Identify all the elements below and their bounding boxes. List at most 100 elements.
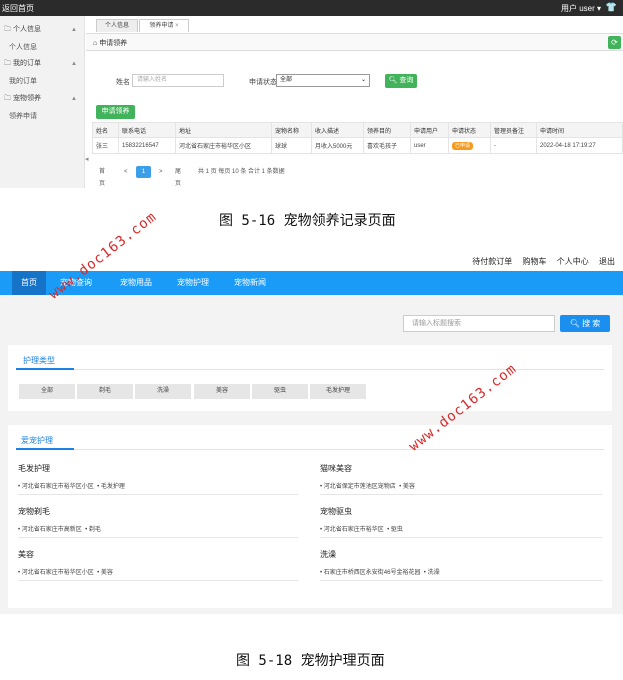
care-item-meta: • 河北省保定市莲池区宠物店 • 美容 <box>320 484 415 490</box>
name-input[interactable]: 请输入姓名 <box>132 74 224 87</box>
care-item-title[interactable]: 美容 <box>18 549 34 560</box>
folder-icon: 🗀 <box>4 60 11 67</box>
care-item-title[interactable]: 毛发护理 <box>18 463 50 474</box>
care-item-title[interactable]: 猫咪美容 <box>320 463 352 474</box>
caption-figure-5-18: 图 5-18 宠物护理页面 <box>236 653 385 669</box>
care-list-panel: 爱宠护理 毛发护理 • 河北省石家庄市裕华区小区 • 毛发护理 猫咪美容 • 河… <box>8 425 612 608</box>
sidebar-item-profile[interactable]: 个人信息 <box>9 42 37 52</box>
shirt-icon[interactable]: 👕 <box>606 2 617 13</box>
care-item-meta: • 河北省石家庄市高新区 • 剃毛 <box>18 527 101 533</box>
status-select[interactable]: 全部 ⌄ <box>276 74 370 87</box>
col-header[interactable]: 宠物名称 <box>271 122 312 138</box>
chevron-up-icon: ▲ <box>71 27 77 33</box>
care-type-all[interactable]: 全部 <box>19 384 75 399</box>
status-label: 申请状态 <box>249 79 277 86</box>
divider <box>18 580 298 581</box>
cell-status: 已申请 <box>448 137 491 154</box>
name-label: 姓名 <box>116 79 130 86</box>
cell-address: 河北省石家庄市裕华区小区 <box>175 137 272 154</box>
table-row[interactable]: 张三 15832216547 河北省石家庄市裕华区小区 球球 月收入5000元 … <box>92 137 623 154</box>
col-header[interactable]: 姓名 <box>92 122 119 138</box>
care-item-title[interactable]: 宠物剃毛 <box>18 506 50 517</box>
search-button[interactable]: 🔍︎ 搜 索 <box>560 315 610 332</box>
divider <box>16 449 604 450</box>
admin-screenshot: 返回首页 用户 user ▾ 👕 🗀 个人信息 ▲ 个人信息 🗀 我的订单 ▲ 我的… <box>0 0 623 188</box>
col-header[interactable]: 申请时间 <box>536 122 623 138</box>
tab-adoption-apply[interactable]: 领养申请 × <box>139 19 189 32</box>
nav-home[interactable]: 首页 <box>12 271 46 295</box>
divider <box>18 494 298 495</box>
logout-link[interactable]: 退出 <box>599 257 615 266</box>
divider <box>18 537 298 538</box>
chevron-up-icon: ▲ <box>71 96 77 102</box>
profile-link[interactable]: 个人中心 <box>557 257 589 266</box>
care-item-title[interactable]: 洗澡 <box>320 549 336 560</box>
apply-adoption-button[interactable]: 申请领养 <box>96 105 135 119</box>
sidebar-collapse-icon[interactable]: ◂ <box>85 155 89 163</box>
main-nav: 首页 宠物查询 宠物用品 宠物护理 宠物新闻 <box>0 271 623 295</box>
care-type-panel: 护理类型 全部 剃毛 洗澡 美容 驱虫 毛发护理 <box>8 345 612 411</box>
home-icon: ⌂ <box>93 40 98 47</box>
sidebar-group-adoption[interactable]: 🗀 宠物领养 ▲ <box>0 92 85 106</box>
divider <box>320 580 602 581</box>
cell-purpose: 喜欢毛孩子 <box>363 137 411 154</box>
care-item-meta: • 石家庄市桥西区永安街46号金裕花园 • 洗澡 <box>320 570 440 576</box>
last-page-link[interactable]: 尾页 <box>175 166 181 190</box>
next-page-link[interactable]: > <box>159 166 163 178</box>
folder-icon: 🗀 <box>4 95 11 102</box>
refresh-button[interactable]: ⟳ <box>608 36 621 49</box>
home-link[interactable]: 返回首页 <box>2 3 34 14</box>
col-header[interactable]: 管理员备注 <box>490 122 537 138</box>
col-header[interactable]: 申请用户 <box>410 122 449 138</box>
search-input[interactable]: 请输入标题搜索 <box>403 315 555 332</box>
care-type-title: 护理类型 <box>23 356 55 365</box>
divider <box>320 537 602 538</box>
tab-profile[interactable]: 个人信息 <box>96 19 138 32</box>
cell-income: 月收入5000元 <box>311 137 364 154</box>
search-icon: 🔍︎ <box>388 77 398 84</box>
cell-phone: 15832216547 <box>118 137 176 154</box>
care-type-bath[interactable]: 洗澡 <box>135 384 191 399</box>
cell-time: 2022-04-18 17:19:27 <box>536 137 623 154</box>
col-header[interactable]: 领养目的 <box>363 122 411 138</box>
pending-orders-link[interactable]: 待付款订单 <box>472 257 512 266</box>
adoption-table: 姓名 联系电话 地址 宠物名称 收入描述 领养目的 申请用户 申请状态 管理员备… <box>92 122 623 154</box>
page-summary: 共 1 页 每页 10 条 合计 1 条数据 <box>198 169 285 175</box>
query-button[interactable]: 🔍︎ 查询 <box>385 74 417 88</box>
admin-topbar: 返回首页 用户 user ▾ 👕 <box>0 0 623 16</box>
nav-pet-supplies[interactable]: 宠物用品 <box>120 271 152 295</box>
care-list-title: 爱宠护理 <box>21 436 53 445</box>
sidebar-group-profile[interactable]: 🗀 个人信息 ▲ <box>0 23 85 37</box>
nav-pet-care[interactable]: 宠物护理 <box>177 271 209 295</box>
cell-user: user <box>410 137 449 154</box>
col-header[interactable]: 收入描述 <box>311 122 364 138</box>
prev-page-link[interactable]: < <box>124 166 128 178</box>
search-icon: 🔍︎ <box>569 319 580 328</box>
front-screenshot: 待付款订单 购物车 个人中心 退出 首页 宠物查询 宠物用品 宠物护理 宠物新闻… <box>0 249 623 614</box>
cart-link[interactable]: 购物车 <box>523 257 547 266</box>
chevron-up-icon: ▲ <box>71 61 77 67</box>
first-page-link[interactable]: 首页 <box>99 166 105 190</box>
nav-pet-news[interactable]: 宠物新闻 <box>234 271 266 295</box>
close-icon[interactable]: × <box>175 23 179 29</box>
col-header[interactable]: 地址 <box>175 122 272 138</box>
sidebar-item-adoption-apply[interactable]: 领养申请 <box>9 111 37 121</box>
care-item-title[interactable]: 宠物驱虫 <box>320 506 352 517</box>
sidebar-item-orders[interactable]: 我的订单 <box>9 76 37 86</box>
care-type-shave[interactable]: 剃毛 <box>77 384 133 399</box>
chevron-down-icon: ⌄ <box>360 77 366 83</box>
folder-icon: 🗀 <box>4 26 11 33</box>
current-page[interactable]: 1 <box>136 166 151 178</box>
user-menu[interactable]: 用户 user ▾ <box>561 3 601 14</box>
care-type-deworm[interactable]: 驱虫 <box>252 384 308 399</box>
breadcrumb-bar: ⌂ 申请领养 ⟳ <box>86 33 623 51</box>
col-header[interactable]: 申请状态 <box>448 122 491 138</box>
sidebar-group-orders[interactable]: 🗀 我的订单 ▲ <box>0 57 85 71</box>
caption-figure-5-16: 图 5-16 宠物领养记录页面 <box>219 213 396 229</box>
care-item-meta: • 河北省石家庄市裕华区小区 • 美容 <box>18 570 113 576</box>
title-underline <box>16 448 74 450</box>
col-header[interactable]: 联系电话 <box>118 122 176 138</box>
sidebar: 🗀 个人信息 ▲ 个人信息 🗀 我的订单 ▲ 我的订单 🗀 宠物领养 ▲ 领养申请 <box>0 16 85 188</box>
care-type-hair-care[interactable]: 毛发护理 <box>310 384 366 399</box>
care-type-grooming[interactable]: 美容 <box>194 384 250 399</box>
